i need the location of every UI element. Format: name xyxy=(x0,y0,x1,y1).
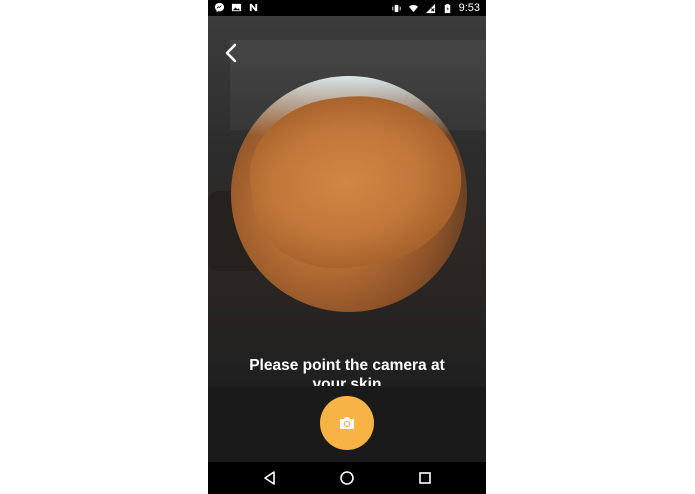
messenger-icon xyxy=(214,2,225,13)
phone-screen: 9:53 Please point the camera at your ski… xyxy=(208,0,486,494)
back-triangle-icon[interactable] xyxy=(262,470,278,486)
recents-square-icon[interactable] xyxy=(417,470,433,486)
wifi-icon xyxy=(408,4,418,12)
camera-instruction-line1: Please point the camera at xyxy=(249,357,445,374)
n-icon xyxy=(249,3,258,12)
status-left xyxy=(214,2,259,13)
navigation-bar xyxy=(208,462,486,494)
capture-panel xyxy=(208,386,486,462)
camera-icon xyxy=(340,417,354,429)
camera-focus-circle xyxy=(231,76,467,312)
signal-icon xyxy=(425,3,435,13)
battery-icon xyxy=(444,3,450,13)
status-bar: 9:53 xyxy=(208,0,486,16)
capture-button[interactable] xyxy=(320,396,374,450)
status-time: 9:53 xyxy=(458,2,480,14)
home-circle-icon[interactable] xyxy=(339,470,355,486)
vibrate-icon xyxy=(391,4,401,12)
status-right: 9:53 xyxy=(391,1,480,15)
image-icon xyxy=(231,3,242,12)
camera-preview: Please point the camera at your skin xyxy=(208,16,486,393)
back-arrow-icon[interactable] xyxy=(222,42,240,64)
